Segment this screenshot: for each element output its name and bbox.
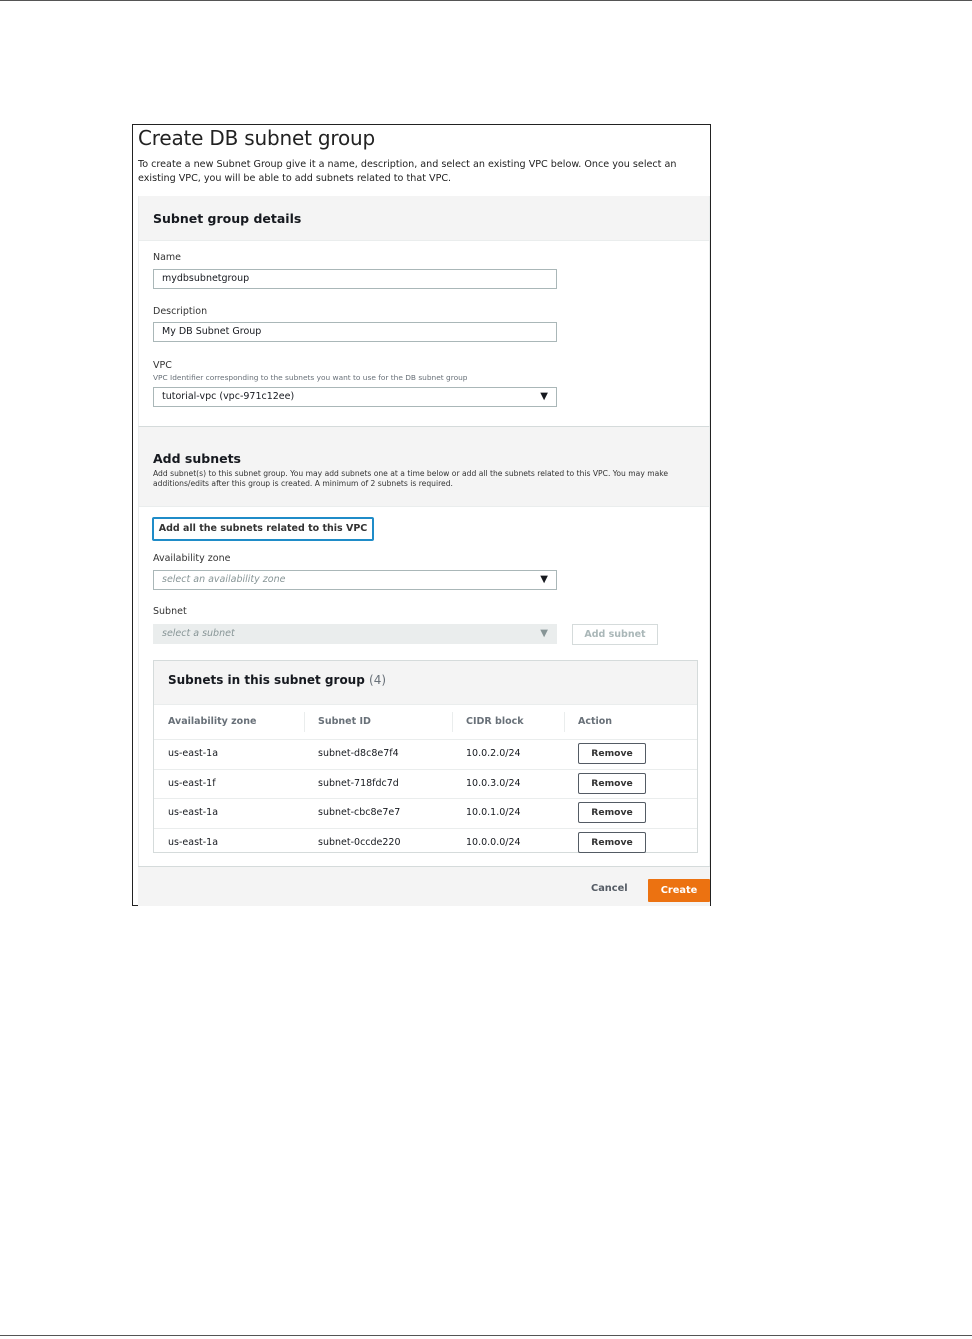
column-divider xyxy=(452,712,453,732)
row-cidr-block: 10.0.3.0/24 xyxy=(466,777,521,789)
row-availability-zone: us-east-1f xyxy=(168,777,216,789)
dialog-footer: Cancel Create xyxy=(138,866,710,906)
page-bottom-rule xyxy=(0,1335,972,1336)
panel-header: Add subnets Add subnet(s) to this subnet… xyxy=(139,427,709,507)
availability-zone-select[interactable]: select an availability zone ▼ xyxy=(153,570,557,590)
table-column-headers: Availability zone Subnet ID CIDR block A… xyxy=(154,705,697,740)
remove-subnet-button[interactable]: Remove xyxy=(578,743,646,764)
column-header-availability-zone[interactable]: Availability zone xyxy=(168,716,256,727)
vpc-select[interactable]: tutorial-vpc (vpc-971c12ee) ▼ xyxy=(153,387,557,407)
vpc-label: VPC xyxy=(153,360,172,371)
remove-subnet-button[interactable]: Remove xyxy=(578,831,646,853)
add-subnet-button[interactable]: Add subnet xyxy=(572,624,658,645)
page-top-rule xyxy=(0,0,972,1)
row-subnet-id: subnet-0ccde220 xyxy=(318,836,401,848)
chevron-down-icon: ▼ xyxy=(540,574,548,585)
add-subnets-panel: Add subnets Add subnet(s) to this subnet… xyxy=(138,426,710,866)
column-header-cidr-block[interactable]: CIDR block xyxy=(466,716,524,727)
subnet-label: Subnet xyxy=(153,606,187,617)
row-availability-zone: us-east-1a xyxy=(168,807,219,818)
vpc-select-value: tutorial-vpc (vpc-971c12ee) xyxy=(162,391,295,402)
subnets-count: (4) xyxy=(369,673,387,687)
subnets-table: Subnets in this subnet group (4) Availab… xyxy=(153,660,698,853)
add-subnets-description: Add subnet(s) to this subnet group. You … xyxy=(153,469,669,488)
column-divider xyxy=(564,712,565,732)
row-cidr-block: 10.0.1.0/24 xyxy=(466,807,521,818)
subnets-table-title: Subnets in this subnet group (4) xyxy=(168,673,386,687)
row-subnet-id: subnet-cbc8e7e7 xyxy=(318,807,401,818)
description-input[interactable]: My DB Subnet Group xyxy=(153,322,557,342)
subnet-placeholder: select a subnet xyxy=(162,628,235,639)
panel-header: Subnet group details xyxy=(139,196,709,241)
table-row: us-east-1a subnet-d8c8e7f4 10.0.2.0/24 R… xyxy=(154,740,697,770)
column-header-subnet-id[interactable]: Subnet ID xyxy=(318,716,371,727)
row-subnet-id: subnet-718fdc7d xyxy=(318,777,399,789)
subnets-table-title-text: Subnets in this subnet group xyxy=(168,673,365,687)
table-row: us-east-1f subnet-718fdc7d 10.0.3.0/24 R… xyxy=(154,770,697,799)
name-input[interactable]: mydbsubnetgroup xyxy=(153,269,557,289)
page-title: Create DB subnet group xyxy=(138,126,375,150)
create-button[interactable]: Create xyxy=(648,879,710,902)
create-db-subnet-group-dialog: Create DB subnet group To create a new S… xyxy=(132,124,711,906)
cancel-button[interactable]: Cancel xyxy=(591,883,628,894)
section-heading-details: Subnet group details xyxy=(153,211,302,226)
section-heading-add-subnets: Add subnets xyxy=(153,451,242,466)
table-row: us-east-1a subnet-0ccde220 10.0.0.0/24 R… xyxy=(154,829,697,858)
row-availability-zone: us-east-1a xyxy=(168,748,219,759)
row-cidr-block: 10.0.0.0/24 xyxy=(466,836,521,848)
description-label: Description xyxy=(153,306,208,317)
column-divider xyxy=(304,712,305,732)
row-availability-zone: us-east-1a xyxy=(168,836,219,848)
subnet-select[interactable]: select a subnet ▼ xyxy=(153,624,557,644)
row-cidr-block: 10.0.2.0/24 xyxy=(466,748,521,759)
subnets-table-header: Subnets in this subnet group (4) xyxy=(154,661,697,705)
vpc-hint: VPC Identifier corresponding to the subn… xyxy=(153,373,468,382)
add-all-subnets-button[interactable]: Add all the subnets related to this VPC xyxy=(152,517,374,541)
table-row: us-east-1a subnet-cbc8e7e7 10.0.1.0/24 R… xyxy=(154,799,697,829)
availability-zone-label: Availability zone xyxy=(153,553,231,564)
chevron-down-icon: ▼ xyxy=(540,391,548,402)
row-subnet-id: subnet-d8c8e7f4 xyxy=(318,748,399,759)
chevron-down-icon: ▼ xyxy=(540,628,548,639)
remove-subnet-button[interactable]: Remove xyxy=(578,772,646,794)
availability-zone-placeholder: select an availability zone xyxy=(162,574,286,585)
column-header-action: Action xyxy=(578,716,613,727)
name-label: Name xyxy=(153,252,182,263)
remove-subnet-button[interactable]: Remove xyxy=(578,802,646,823)
intro-text: To create a new Subnet Group give it a n… xyxy=(138,159,677,184)
